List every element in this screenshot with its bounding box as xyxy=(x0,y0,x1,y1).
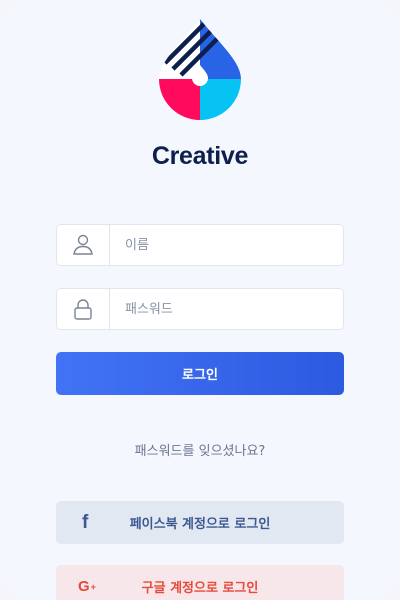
name-input[interactable] xyxy=(110,225,340,265)
app-title: Creative xyxy=(151,142,249,170)
facebook-icon: f xyxy=(82,511,89,533)
forgot-password-link[interactable]: 패스워드를 잊으셨나요? xyxy=(0,440,400,459)
password-input[interactable] xyxy=(110,289,340,329)
facebook-login-button[interactable]: f 페이스북 계정으로 로그인 xyxy=(56,501,344,544)
login-screen: Creative 로그인 패스워드를 잊으셨나요? f 페이스북 계정으로 로그… xyxy=(0,0,400,600)
password-field[interactable] xyxy=(56,288,344,330)
lock-icon xyxy=(57,289,110,329)
google-icon-letter: G xyxy=(78,578,90,595)
user-icon xyxy=(57,225,110,265)
name-field[interactable] xyxy=(56,224,344,266)
login-button[interactable]: 로그인 xyxy=(56,352,344,395)
google-plus-icon: G + xyxy=(78,578,96,595)
google-login-label: 구글 계정으로 로그인 xyxy=(141,581,259,596)
facebook-login-label: 페이스북 계정으로 로그인 xyxy=(129,517,271,532)
app-logo xyxy=(159,19,241,120)
google-login-button[interactable]: G + 구글 계정으로 로그인 xyxy=(56,565,344,600)
